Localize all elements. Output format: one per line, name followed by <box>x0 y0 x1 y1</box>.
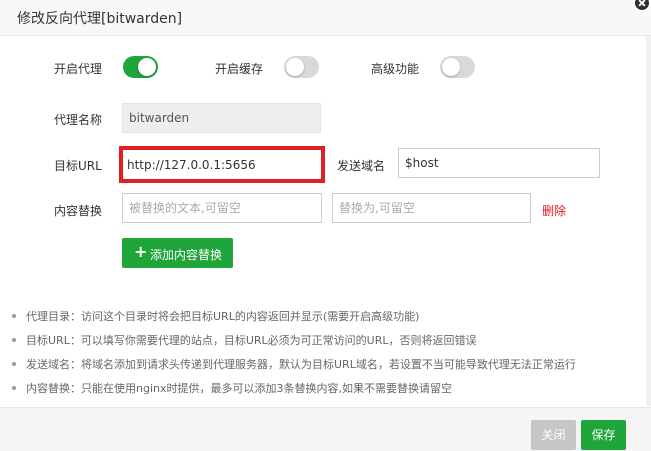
content-replace-label: 内容替换 <box>54 204 103 218</box>
send-domain-input[interactable] <box>398 148 600 178</box>
bullet-icon <box>12 314 16 318</box>
replace-from-input[interactable] <box>122 193 322 223</box>
proxy-name-label: 代理名称 <box>54 113 103 127</box>
cache-toggle[interactable] <box>284 56 319 78</box>
dialog-titlebar: 修改反向代理[bitwarden] <box>0 0 651 36</box>
proxy-name-field: bitwarden <box>122 103 321 133</box>
target-url-input[interactable] <box>119 146 325 183</box>
advanced-toggle[interactable] <box>440 56 475 78</box>
tip-text: 内容替换：只能在使用nginx时提供，最多可以添加3条替换内容,如果不需要替换请… <box>26 382 452 395</box>
add-content-replace-button[interactable]: + 添加内容替换 <box>122 238 233 268</box>
close-button[interactable]: 关闭 <box>531 420 576 450</box>
target-url-label: 目标URL <box>54 159 102 173</box>
tip-text: 目标URL：可以填写你需要代理的站点，目标URL必须为可正常访问的URL，否则将… <box>26 334 477 347</box>
bullet-icon <box>12 362 16 366</box>
tip-item: 目标URL：可以填写你需要代理的站点，目标URL必须为可正常访问的URL，否则将… <box>12 332 476 348</box>
delete-replace-link[interactable]: 删除 <box>542 202 566 219</box>
dialog-title: 修改反向代理[bitwarden] <box>17 11 183 27</box>
tip-text: 发送域名：将域名添加到请求头传递到代理服务器，默认为目标URL域名，若设置不当可… <box>26 358 576 371</box>
proxy-toggle-label: 开启代理 <box>54 62 103 76</box>
tip-item: 内容替换：只能在使用nginx时提供，最多可以添加3条替换内容,如果不需要替换请… <box>12 380 452 396</box>
save-button[interactable]: 保存 <box>581 420 626 450</box>
scrollbar[interactable] <box>646 36 651 406</box>
bullet-icon <box>12 386 16 390</box>
plus-icon: + <box>134 242 148 261</box>
dialog-footer: 关闭 保存 <box>0 407 651 451</box>
advanced-toggle-label: 高级功能 <box>371 62 420 76</box>
tip-item: 发送域名：将域名添加到请求头传递到代理服务器，默认为目标URL域名，若设置不当可… <box>12 356 576 372</box>
proxy-toggle[interactable] <box>123 56 158 78</box>
bullet-icon <box>12 338 16 342</box>
tip-item: 代理目录：访问这个目录时将会把目标URL的内容返回并显示(需要开启高级功能) <box>12 308 419 324</box>
replace-to-input[interactable] <box>332 193 531 223</box>
add-content-replace-label: 添加内容替换 <box>150 248 223 262</box>
toggle-knob <box>286 58 304 76</box>
cache-toggle-label: 开启缓存 <box>215 62 264 76</box>
toggle-knob <box>138 58 156 76</box>
toggle-knob <box>442 58 460 76</box>
tip-text: 代理目录：访问这个目录时将会把目标URL的内容返回并显示(需要开启高级功能) <box>26 310 420 323</box>
send-domain-label: 发送域名 <box>337 159 386 173</box>
